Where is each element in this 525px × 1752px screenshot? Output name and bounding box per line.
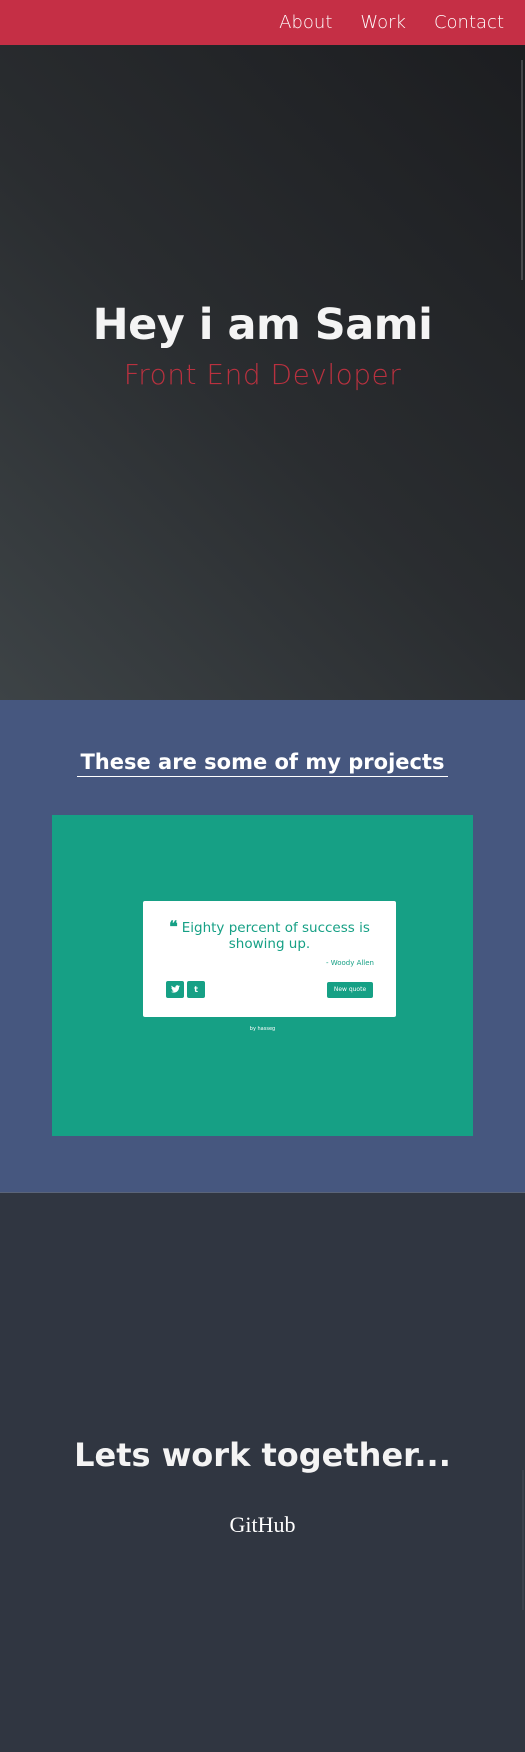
- hero-title: Hey i am Sami: [92, 300, 433, 350]
- quote-text: ❝ Eighty percent of success is showing up…: [157, 917, 382, 953]
- card-footer-credit: by hasseg: [249, 1026, 276, 1032]
- hero-section: Hey i am Sami Front End Devloper: [0, 0, 525, 700]
- hero-subtitle: Front End Devloper: [123, 358, 402, 391]
- contact-section: Lets work together... GitHub: [0, 1192, 525, 1752]
- projects-section: These are some of my projects ❝ Eighty pe…: [0, 700, 525, 1192]
- tumblr-icon[interactable]: t: [187, 981, 205, 998]
- nav-link-about[interactable]: About: [279, 0, 332, 45]
- twitter-icon[interactable]: [166, 981, 184, 998]
- nav-link-contact[interactable]: Contact: [434, 0, 504, 45]
- twitter-glyph: [170, 985, 180, 993]
- quote-author: - Woody Allen: [325, 959, 374, 967]
- quote-box: ❝ Eighty percent of success is showing up…: [143, 901, 396, 1017]
- nav-link-work[interactable]: Work: [360, 0, 406, 45]
- github-link[interactable]: GitHub: [0, 1512, 525, 1538]
- projects-heading: These are some of my projects: [0, 750, 525, 777]
- quote-icon: ❝: [169, 917, 178, 936]
- contact-title: Lets work together...: [74, 1436, 451, 1474]
- top-navbar: About Work Contact: [0, 0, 525, 45]
- quote-body: Eighty percent of success is showing up.: [181, 920, 370, 952]
- scrollbar-track[interactable]: [521, 60, 523, 280]
- projects-heading-text: These are some of my projects: [77, 750, 448, 777]
- scrollbar-track-lower[interactable]: [522, 1470, 524, 1610]
- project-card-quote-machine[interactable]: ❝ Eighty percent of success is showing up…: [52, 815, 473, 1136]
- new-quote-button[interactable]: New quote: [327, 982, 373, 998]
